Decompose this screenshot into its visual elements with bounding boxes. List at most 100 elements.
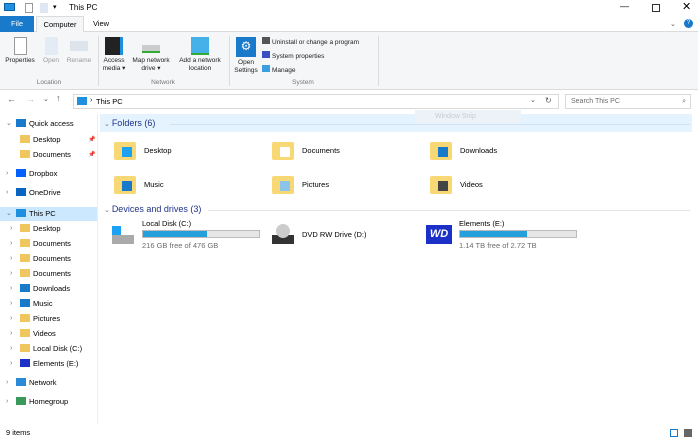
- rename-button[interactable]: Rename: [64, 37, 94, 65]
- sidebar-item[interactable]: › Downloads: [10, 282, 70, 296]
- folder-item[interactable]: Videos: [430, 170, 580, 200]
- expand-chevron-icon[interactable]: ›: [6, 167, 8, 181]
- sidebar-item[interactable]: Documents 📌: [20, 148, 95, 162]
- recent-locations-dropdown[interactable]: ⌄: [43, 95, 49, 103]
- folder-icon: [114, 142, 136, 160]
- address-dropdown-icon[interactable]: ⌄: [530, 96, 536, 104]
- uninstall-program-button[interactable]: Uninstall or change a program: [262, 37, 359, 47]
- folder-item[interactable]: Pictures: [272, 170, 422, 200]
- expand-chevron-icon[interactable]: ›: [10, 342, 12, 356]
- sidebar-item[interactable]: › Local Disk (C:): [10, 342, 83, 356]
- help-icon[interactable]: ?: [684, 19, 693, 28]
- tab-file[interactable]: File: [0, 16, 34, 32]
- expand-chevron-icon[interactable]: ›: [10, 327, 12, 341]
- folders-header[interactable]: ⌄ Folders (6): [104, 118, 155, 128]
- sidebar-item-label: Documents: [33, 254, 71, 263]
- properties-button[interactable]: Properties: [3, 37, 37, 65]
- item-icon: [20, 269, 30, 277]
- item-icon: [20, 299, 30, 307]
- drive-name: DVD RW Drive (D:): [302, 230, 367, 239]
- drive-d[interactable]: DVD RW Drive (D:): [272, 220, 422, 250]
- forward-button[interactable]: →: [26, 94, 35, 104]
- sidebar-item[interactable]: ⌄ Quick access: [6, 117, 74, 131]
- sidebar-item[interactable]: › Music: [10, 297, 53, 311]
- expand-chevron-icon[interactable]: ›: [10, 222, 12, 236]
- expand-chevron-icon[interactable]: ›: [10, 357, 12, 371]
- open-settings-button[interactable]: ⚙ Open Settings: [232, 37, 260, 75]
- sidebar-item[interactable]: › Homegroup: [6, 395, 68, 409]
- sidebar-item[interactable]: › Documents: [10, 252, 71, 266]
- wd-drive-icon: WD: [426, 225, 452, 244]
- access-media-button[interactable]: Access media ▾: [100, 37, 128, 73]
- open-button[interactable]: Open: [40, 37, 62, 65]
- item-icon: [20, 239, 30, 247]
- manage-button[interactable]: Manage: [262, 65, 296, 75]
- pin-icon[interactable]: 📌: [88, 133, 95, 147]
- properties-icon: [13, 37, 27, 55]
- open-icon: [44, 37, 58, 55]
- ribbon-expand-icon[interactable]: ⌄: [670, 20, 676, 28]
- pin-icon[interactable]: 📌: [88, 148, 95, 162]
- expand-chevron-icon[interactable]: ⌄: [6, 117, 12, 131]
- address-bar[interactable]: › This PC ⌄ ↻: [73, 94, 559, 109]
- expand-chevron-icon[interactable]: ›: [6, 186, 8, 200]
- rename-icon: [70, 41, 88, 51]
- folder-icon: [272, 176, 294, 194]
- tab-view[interactable]: View: [86, 16, 116, 32]
- item-icon: [20, 344, 30, 352]
- sidebar-item[interactable]: › Videos: [10, 327, 56, 341]
- sidebar-item[interactable]: › Elements (E:): [10, 357, 78, 371]
- folder-item[interactable]: Downloads: [430, 136, 580, 166]
- quick-access-dropdown-icon[interactable]: ▾: [53, 3, 57, 11]
- folder-icon: [430, 176, 452, 194]
- large-icons-view-button[interactable]: [684, 429, 692, 437]
- expand-chevron-icon[interactable]: ›: [10, 252, 12, 266]
- details-view-button[interactable]: [670, 429, 678, 437]
- breadcrumb-this-pc[interactable]: This PC: [96, 97, 123, 106]
- maximize-button[interactable]: [652, 4, 660, 12]
- folder-label: Documents: [302, 146, 340, 155]
- sidebar-item[interactable]: › Documents: [10, 237, 71, 251]
- folder-item[interactable]: Desktop: [114, 136, 264, 166]
- back-button[interactable]: ←: [7, 94, 16, 104]
- sidebar-item-label: OneDrive: [29, 188, 61, 197]
- drive-c[interactable]: Local Disk (C:) 216 GB free of 476 GB: [112, 219, 272, 250]
- new-folder-quick-icon[interactable]: [40, 3, 48, 13]
- minimize-button[interactable]: —: [620, 1, 629, 11]
- map-network-drive-button[interactable]: Map network drive ▾: [128, 37, 174, 73]
- expand-chevron-icon[interactable]: ›: [10, 237, 12, 251]
- folder-item[interactable]: Documents: [272, 136, 422, 166]
- expand-chevron-icon[interactable]: ›: [10, 282, 12, 296]
- window-snip-overlay: Window Snip: [415, 110, 521, 123]
- expand-chevron-icon[interactable]: ⌄: [6, 207, 12, 221]
- refresh-button[interactable]: ↻: [545, 96, 552, 105]
- sidebar-item-label: Local Disk (C:): [33, 344, 83, 353]
- drive-e[interactable]: WD Elements (E:) 1.14 TB free of 2.72 TB: [426, 219, 586, 250]
- drive-free-space: 216 GB free of 476 GB: [142, 241, 219, 250]
- expand-chevron-icon[interactable]: ›: [6, 395, 8, 409]
- item-icon: [20, 284, 30, 292]
- sidebar-item[interactable]: Desktop 📌: [20, 133, 95, 147]
- expand-chevron-icon[interactable]: ›: [6, 376, 8, 390]
- sidebar-item[interactable]: › Dropbox: [6, 167, 57, 181]
- sidebar-item[interactable]: › Network: [6, 376, 57, 390]
- expand-chevron-icon[interactable]: ›: [10, 312, 12, 326]
- sidebar-item[interactable]: › Desktop: [10, 222, 61, 236]
- breadcrumb-separator: ›: [90, 97, 93, 104]
- folder-item[interactable]: Music: [114, 170, 264, 200]
- sidebar-item[interactable]: › Documents: [10, 267, 71, 281]
- sidebar-item-label: Pictures: [33, 314, 61, 323]
- properties-quick-icon[interactable]: [25, 3, 33, 13]
- up-button[interactable]: ↑: [56, 93, 61, 103]
- sidebar-item[interactable]: ⌄ This PC: [0, 207, 97, 221]
- close-button[interactable]: ✕: [682, 0, 691, 13]
- add-network-location-button[interactable]: Add a network location: [174, 37, 226, 73]
- expand-chevron-icon[interactable]: ›: [10, 267, 12, 281]
- search-input[interactable]: Search This PC ⌕: [565, 94, 691, 109]
- expand-chevron-icon[interactable]: ›: [10, 297, 12, 311]
- folder-label: Videos: [460, 180, 483, 189]
- sidebar-item[interactable]: › OneDrive: [6, 186, 61, 200]
- sidebar-item[interactable]: › Pictures: [10, 312, 61, 326]
- tab-computer[interactable]: Computer: [36, 16, 84, 33]
- system-properties-button[interactable]: System properties: [262, 51, 324, 61]
